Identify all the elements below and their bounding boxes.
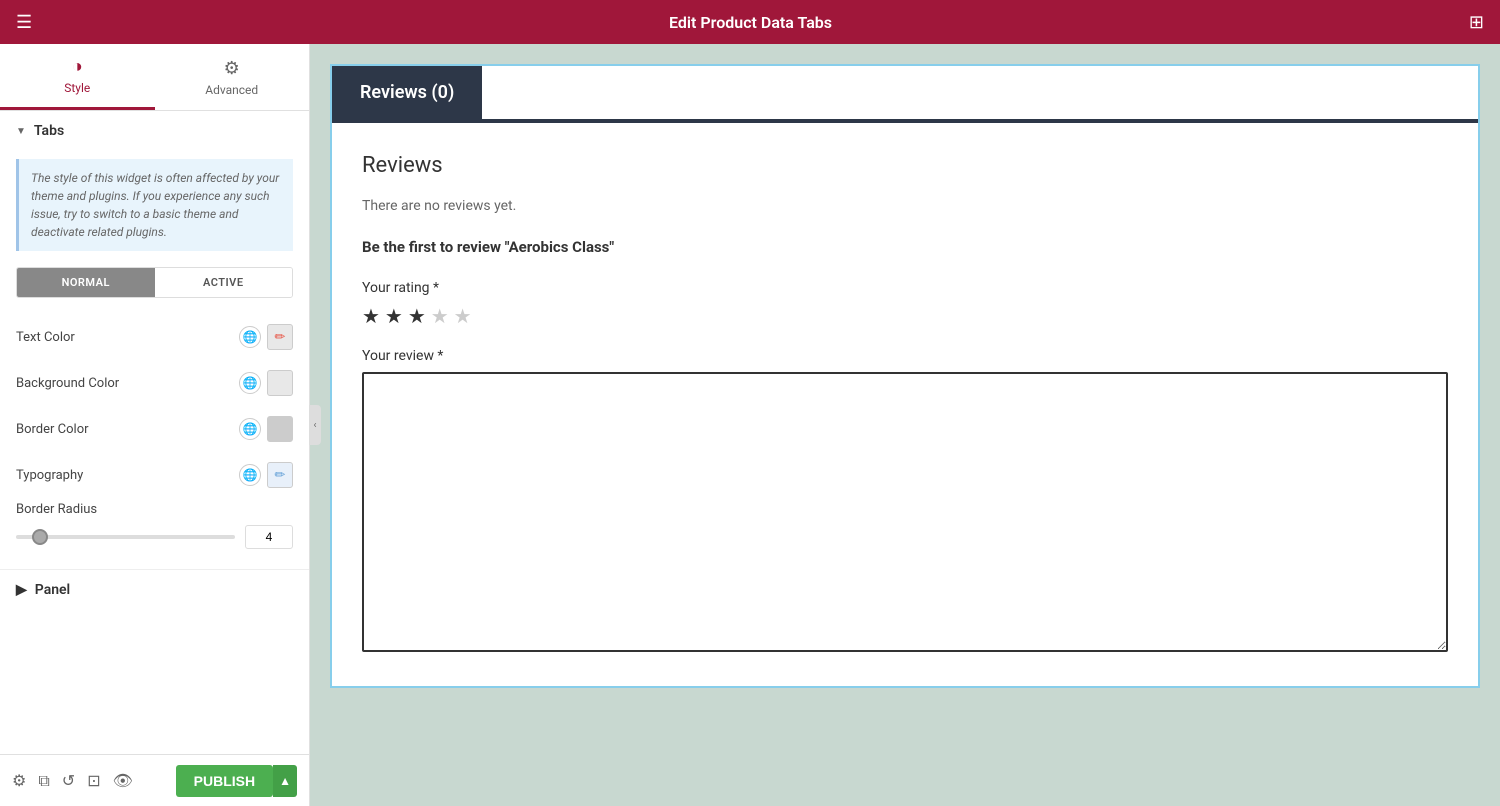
tabs-section-label: Tabs (34, 123, 64, 139)
style-tab-icon: ◑ (72, 56, 83, 77)
review-label: Your review * (362, 348, 1448, 364)
star-5[interactable]: ★ (454, 304, 472, 328)
tab-advanced[interactable]: ⚙ Advanced (155, 44, 310, 110)
publish-arrow-button[interactable]: ▲ (273, 765, 297, 797)
widget-frame: Reviews (0) Reviews There are no reviews… (330, 64, 1480, 688)
typography-label: Typography (16, 468, 239, 483)
first-review-text: Be the first to review "Aerobics Class" (362, 238, 1448, 256)
border-color-row: Border Color 🌐 (0, 406, 309, 452)
advanced-tab-icon: ⚙ (224, 58, 240, 79)
collapse-handle[interactable]: ‹ (309, 405, 321, 445)
right-content: Reviews (0) Reviews There are no reviews… (310, 44, 1500, 806)
typography-row: Typography 🌐 ✏ (0, 452, 309, 498)
background-color-row: Background Color 🌐 (0, 360, 309, 406)
publish-button[interactable]: PUBLISH (176, 765, 273, 797)
tab-bar: Reviews (0) (332, 66, 1478, 121)
review-textarea[interactable] (362, 372, 1448, 652)
border-color-label: Border Color (16, 422, 239, 437)
star-2[interactable]: ★ (385, 304, 403, 328)
normal-active-toggle: NORMAL ACTIVE (16, 267, 293, 298)
left-panel: ◑ Style ⚙ Advanced ▼ Tabs The style of t… (0, 44, 310, 806)
info-box: The style of this widget is often affect… (16, 159, 293, 251)
grid-icon[interactable]: ⊞ (1469, 12, 1484, 33)
typography-pencil[interactable]: ✏ (267, 462, 293, 488)
tab-style[interactable]: ◑ Style (0, 44, 155, 110)
chevron-down-icon: ▼ (16, 126, 26, 137)
background-color-swatch[interactable] (267, 370, 293, 396)
panel-content: ▼ Tabs The style of this widget is often… (0, 111, 309, 754)
active-toggle-btn[interactable]: ACTIVE (155, 268, 293, 297)
border-radius-slider[interactable] (16, 535, 235, 539)
layers-icon[interactable]: ⧉ (38, 771, 49, 791)
border-color-swatch[interactable] (267, 416, 293, 442)
advanced-tab-label: Advanced (205, 83, 258, 97)
no-reviews-text: There are no reviews yet. (362, 198, 1448, 214)
tabs-section-header[interactable]: ▼ Tabs (0, 111, 309, 151)
panel-section-label: Panel (35, 582, 70, 598)
star-4[interactable]: ★ (431, 304, 449, 328)
text-color-row: Text Color 🌐 ✏ (0, 314, 309, 360)
toolbar-icons: ⚙ ⧉ ↺ ⊡ 👁 (12, 771, 133, 791)
panel-section-header[interactable]: ▶ Panel (0, 569, 309, 610)
star-rating[interactable]: ★ ★ ★ ★ ★ (362, 304, 1448, 328)
typography-controls: 🌐 ✏ (239, 462, 293, 488)
star-1[interactable]: ★ (362, 304, 380, 328)
history-icon[interactable]: ↺ (62, 771, 75, 790)
reviews-tab[interactable]: Reviews (0) (332, 66, 482, 119)
background-color-label: Background Color (16, 376, 239, 391)
border-radius-slider-container: 4 (16, 525, 293, 549)
text-color-globe[interactable]: 🌐 (239, 326, 261, 348)
panel-chevron-right-icon: ▶ (16, 582, 27, 598)
hamburger-icon[interactable]: ☰ (16, 12, 32, 33)
background-color-controls: 🌐 (239, 370, 293, 396)
info-text: The style of this widget is often affect… (31, 171, 279, 239)
text-color-controls: 🌐 ✏ (239, 324, 293, 350)
settings-icon[interactable]: ⚙ (12, 771, 26, 790)
main-layout: ◑ Style ⚙ Advanced ▼ Tabs The style of t… (0, 44, 1500, 806)
border-color-controls: 🌐 (239, 416, 293, 442)
border-radius-label: Border Radius (16, 502, 293, 517)
reviews-title: Reviews (362, 153, 1448, 178)
border-radius-input[interactable]: 4 (245, 525, 293, 549)
typography-globe[interactable]: 🌐 (239, 464, 261, 486)
page-title: Edit Product Data Tabs (669, 13, 832, 32)
background-color-globe[interactable]: 🌐 (239, 372, 261, 394)
rating-label: Your rating * (362, 280, 1448, 296)
style-tab-label: Style (64, 81, 90, 95)
top-bar: ☰ Edit Product Data Tabs ⊞ (0, 0, 1500, 44)
border-color-globe[interactable]: 🌐 (239, 418, 261, 440)
canvas-area: Reviews (0) Reviews There are no reviews… (310, 44, 1500, 806)
eye-icon[interactable]: 👁 (113, 771, 133, 790)
responsive-icon[interactable]: ⊡ (87, 771, 100, 790)
bottom-toolbar: ⚙ ⧉ ↺ ⊡ 👁 PUBLISH ▲ (0, 754, 309, 806)
panel-tabs: ◑ Style ⚙ Advanced (0, 44, 309, 111)
normal-toggle-btn[interactable]: NORMAL (17, 268, 155, 297)
text-color-label: Text Color (16, 330, 239, 345)
star-3[interactable]: ★ (408, 304, 426, 328)
text-color-pencil[interactable]: ✏ (267, 324, 293, 350)
publish-group: PUBLISH ▲ (176, 765, 297, 797)
reviews-content: Reviews There are no reviews yet. Be the… (332, 123, 1478, 686)
